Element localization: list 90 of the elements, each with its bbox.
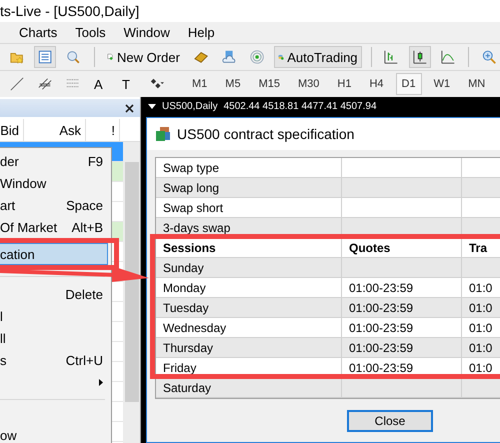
table-cell: 01:00-23:59	[342, 318, 462, 337]
dropdown-arrow-icon[interactable]	[148, 104, 156, 108]
menu-item-label: cation	[0, 246, 35, 262]
column-header[interactable]: !	[86, 119, 120, 141]
menu-item[interactable]: Window	[124, 25, 170, 40]
timeframe-button[interactable]: H1	[331, 73, 358, 95]
bar-chart-icon	[384, 49, 399, 65]
chart-symbol: US500,Daily	[162, 100, 218, 112]
diagonal-line-icon	[10, 76, 24, 92]
timeframe-button[interactable]: M30	[292, 73, 326, 95]
menu-item[interactable]: Help	[188, 25, 215, 40]
shortcut-label: Space	[66, 198, 103, 212]
table-cell: Wednesday	[156, 318, 342, 337]
column-header: Tra	[462, 238, 500, 257]
market-watch-button[interactable]	[34, 46, 56, 68]
candlestick-icon	[412, 49, 427, 65]
close-icon[interactable]	[125, 104, 134, 112]
table-cell: 01:0	[462, 298, 500, 317]
menu-item-label: Window	[0, 176, 46, 190]
shortcut-label: Ctrl+U	[66, 352, 103, 368]
cloud-icon	[222, 49, 236, 65]
menu-item[interactable]: Window	[0, 172, 108, 194]
autotrading-button[interactable]: AutoTrading	[274, 46, 362, 68]
table-cell: 01:0	[462, 338, 500, 357]
candlestick-button[interactable]	[408, 46, 431, 68]
column-header[interactable]: Ask	[24, 119, 86, 141]
shortcut-label: Alt+B	[72, 220, 103, 234]
timeframe-button[interactable]: D1	[396, 73, 422, 95]
table-cell: Thursday	[156, 338, 342, 357]
dialog-title: US500 contract specification	[177, 126, 354, 142]
table-cell: 01:00-23:59	[342, 358, 462, 377]
menu-item-label: ll	[0, 330, 6, 346]
table-cell: 3-days swap	[156, 218, 342, 237]
table-cell: 01:00-23:59	[342, 278, 462, 297]
scrollbar[interactable]	[123, 142, 140, 443]
text-label-tool-button[interactable]: T	[118, 73, 140, 95]
close-button[interactable]: Close	[347, 410, 433, 432]
timeframe-button[interactable]: M1	[186, 73, 214, 95]
menu-item[interactable]: cation	[0, 243, 108, 265]
menu-item[interactable]: l	[0, 305, 108, 327]
timeframe-button[interactable]: M15	[252, 73, 286, 95]
menu-item[interactable]: art Space	[0, 194, 108, 216]
signal-icon	[250, 49, 264, 65]
table-cell: Saturday	[156, 378, 342, 397]
magnifier-icon	[66, 49, 81, 65]
column-header: Quotes	[342, 238, 462, 257]
timeframe-button[interactable]: H4	[363, 73, 390, 95]
contract-icon	[155, 126, 171, 142]
menu-item-label: der	[0, 154, 19, 168]
shortcut-label: F9	[88, 154, 103, 168]
table-cell: 01:00-23:59	[342, 298, 462, 317]
menu-item[interactable]: ow	[0, 424, 108, 443]
menu-item[interactable]: Charts	[19, 25, 58, 40]
line-chart-icon	[440, 49, 455, 65]
menu-item[interactable]: Delete	[0, 283, 108, 305]
list-icon	[38, 49, 52, 65]
new-order-button[interactable]: New Order	[103, 46, 184, 68]
timeframe-button[interactable]: W1	[428, 73, 456, 95]
submenu-arrow-icon	[99, 378, 103, 386]
table-cell: Tuesday	[156, 298, 342, 317]
menu-item-label: Of Market	[0, 220, 58, 234]
menu-item-label: s	[0, 352, 6, 368]
timeframe-button[interactable]: MN	[462, 73, 492, 95]
zoom-in-icon	[482, 49, 496, 65]
channel-lines-icon	[38, 76, 52, 92]
shortcut-label: Delete	[65, 286, 103, 302]
table-cell: Sunday	[156, 258, 342, 277]
table-cell: Swap type	[156, 158, 342, 177]
table-cell: Swap short	[156, 198, 342, 217]
menu-item-label: l	[0, 308, 3, 324]
column-header: Sessions	[156, 238, 342, 257]
menu-item-label: art	[0, 198, 16, 212]
menu-item[interactable]: s Ctrl+U	[0, 349, 108, 371]
window-title: ts-Live - [US500,Daily]	[0, 3, 140, 19]
table-cell: Monday	[156, 278, 342, 297]
menu-item[interactable]: Of Market Alt+B	[0, 216, 108, 238]
chart-prices: 4502.44 4518.81 4477.41 4507.94	[224, 100, 377, 112]
table-cell: Friday	[156, 358, 342, 377]
table-cell: 01:0	[462, 318, 500, 337]
table-cell: Swap long	[156, 178, 342, 197]
timeframe-button[interactable]: M5	[219, 73, 247, 95]
menu-item[interactable]: der F9	[0, 150, 108, 172]
column-header[interactable]: Bid	[0, 119, 24, 141]
table-cell: 01:0	[462, 358, 500, 377]
table-cell: 01:00-23:59	[342, 338, 462, 357]
menu-item[interactable]: Tools	[75, 25, 106, 40]
menu-item-label: ow	[0, 428, 17, 442]
menu-item[interactable]: ll	[0, 327, 108, 349]
table-cell: 01:0	[462, 278, 500, 297]
text-tool-button[interactable]: A	[90, 73, 112, 95]
